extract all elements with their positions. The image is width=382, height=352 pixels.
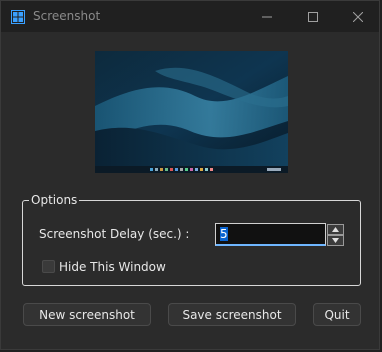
- delay-input[interactable]: [215, 223, 326, 246]
- options-legend: Options: [31, 193, 78, 207]
- save-screenshot-button[interactable]: Save screenshot: [168, 303, 296, 326]
- delay-decrement-button[interactable]: [327, 235, 344, 246]
- quit-button[interactable]: Quit: [313, 303, 361, 326]
- close-button[interactable]: [335, 1, 381, 32]
- hide-window-checkbox[interactable]: [42, 260, 55, 273]
- maximize-icon: [308, 11, 318, 22]
- app-icon: [11, 10, 25, 24]
- new-screenshot-button[interactable]: New screenshot: [23, 303, 151, 326]
- minimize-button[interactable]: [244, 1, 290, 32]
- hide-window-label[interactable]: Hide This Window: [59, 260, 166, 274]
- spin-up-icon: [332, 227, 339, 232]
- screenshot-preview: [95, 51, 288, 173]
- maximize-button[interactable]: [290, 1, 336, 32]
- delay-increment-button[interactable]: [327, 224, 344, 235]
- delay-label: Screenshot Delay (sec.) :: [39, 227, 190, 241]
- screenshot-window: Screenshot Options Screenshot Delay (sec…: [0, 0, 380, 350]
- spin-down-icon: [332, 238, 339, 243]
- window-title: Screenshot: [33, 9, 101, 23]
- title-bar[interactable]: Screenshot: [1, 1, 379, 32]
- minimize-icon: [262, 16, 272, 17]
- close-icon: [353, 11, 363, 22]
